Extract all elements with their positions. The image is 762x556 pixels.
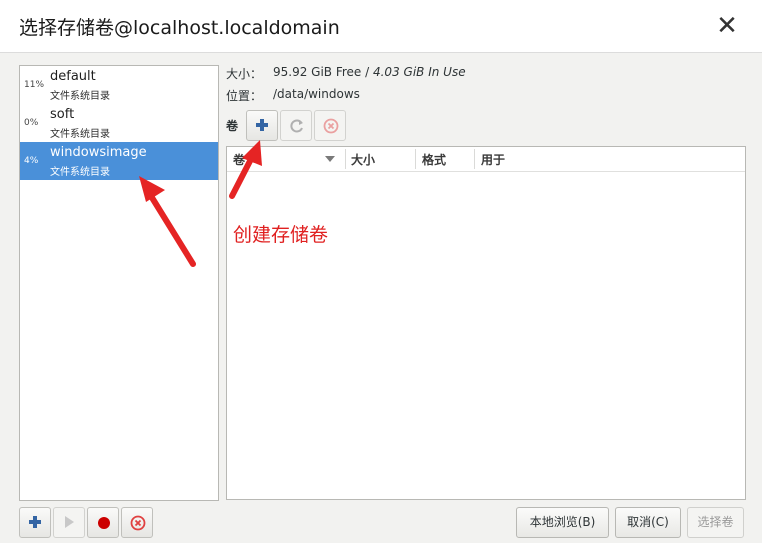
pool-name: default [50,69,96,84]
volumes-label: 卷 [226,119,239,133]
pool-usage-percent: 4% [24,156,39,166]
column-header-format[interactable]: 格式 [422,151,446,168]
pool-item-default[interactable]: 11% default 文件系统目录 [20,66,218,104]
location-value: /data/windows [273,87,360,101]
refresh-icon [290,119,303,133]
pool-type: 文件系统目录 [50,167,110,178]
pool-usage-percent: 0% [24,118,39,128]
column-separator [415,149,416,169]
volume-table-header: 卷 大小 格式 用于 [227,147,745,172]
storage-pool-list[interactable]: 11% default 文件系统目录 0% soft 文件系统目录 4% win… [19,65,219,501]
size-label: 大小： [226,67,263,81]
pool-item-windowsimage[interactable]: 4% windowsimage 文件系统目录 [20,142,218,180]
stop-pool-button[interactable] [87,507,119,538]
stop-icon [98,517,110,529]
browse-local-button[interactable]: 本地浏览(B) [516,507,609,538]
add-pool-button[interactable] [19,507,51,538]
background-window-strip [0,543,762,556]
size-separator: / [361,65,373,79]
start-pool-button[interactable] [53,507,85,538]
column-header-size[interactable]: 大小 [351,151,375,168]
delete-icon [323,118,339,134]
pool-name: windowsimage [50,145,147,160]
size-value: 95.92 GiB Free / 4.03 GiB In Use [273,65,466,79]
annotation-text: 创建存储卷 [233,224,329,246]
close-icon[interactable]: ✕ [712,12,742,42]
title-bar: 选择存储卷@localhost.localdomain ✕ [0,0,762,53]
size-free: 95.92 GiB Free [273,65,362,79]
column-header-used-by[interactable]: 用于 [481,151,505,168]
plus-icon [29,516,41,528]
play-icon [65,516,74,528]
delete-volume-button[interactable] [314,110,346,141]
size-in-use: 4.03 GiB In Use [372,65,466,79]
delete-icon [130,515,146,531]
plus-icon [256,119,268,131]
location-label: 位置： [226,89,263,103]
column-separator [474,149,475,169]
dialog-content: 11% default 文件系统目录 0% soft 文件系统目录 4% win… [0,53,762,556]
column-header-volume[interactable]: 卷 [233,151,245,168]
window-title: 选择存储卷@localhost.localdomain [19,17,340,39]
cancel-button[interactable]: 取消(C) [615,507,681,538]
refresh-volumes-button[interactable] [280,110,312,141]
sort-descending-icon [325,156,335,162]
pool-usage-percent: 11% [24,80,45,90]
pool-item-soft[interactable]: 0% soft 文件系统目录 [20,104,218,142]
delete-pool-button[interactable] [121,507,153,538]
choose-volume-button[interactable]: 选择卷 [687,507,744,538]
pool-name: soft [50,107,75,122]
add-volume-button[interactable] [246,110,278,141]
pool-type: 文件系统目录 [50,91,110,102]
column-separator [345,149,346,169]
pool-type: 文件系统目录 [50,129,110,140]
volume-table[interactable]: 卷 大小 格式 用于 [226,146,746,500]
